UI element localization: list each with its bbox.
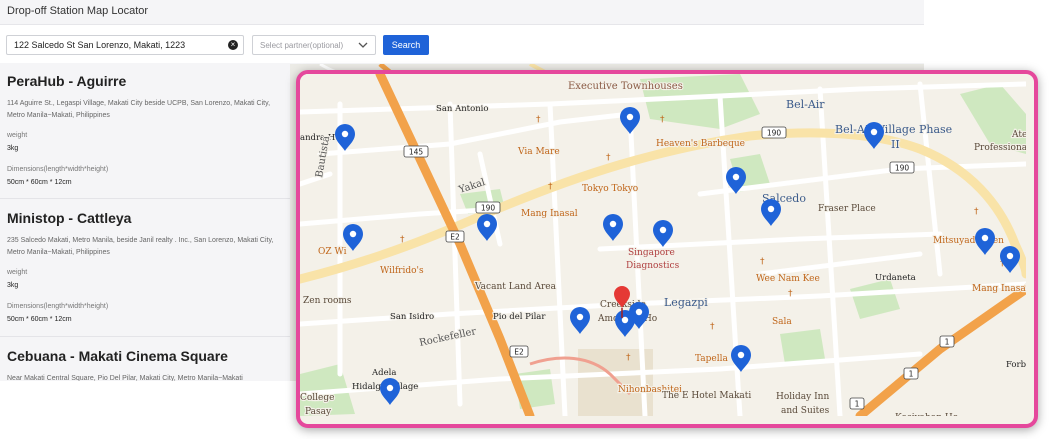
result-address: 114 Aguirre St., Legaspi Village, Makati…: [7, 100, 271, 119]
road-shield: 1: [939, 335, 955, 348]
weight-value: 3kg: [7, 145, 19, 152]
map-label: Pio del Pilar: [493, 312, 546, 322]
weight-label: weight: [7, 132, 28, 139]
result-item[interactable]: Ministop - Cattleya 235 Salcedo Makati, …: [0, 198, 290, 337]
map-label: Fraser Place: [818, 204, 876, 214]
map-label: Forb: [1006, 360, 1026, 370]
dimensions-value: 50cm * 60cm * 12cm: [7, 179, 72, 186]
map-label: San Isidro: [390, 312, 434, 322]
chevron-down-icon: [358, 42, 368, 48]
title-bar: Drop-off Station Map Locator: [0, 0, 924, 25]
map-label: Tokyo Tokyo: [582, 184, 638, 194]
result-address: Near Makati Central Square, Pio Del Pila…: [7, 375, 243, 381]
map-label: Wilfrido's: [380, 266, 424, 276]
result-name: PeraHub - Aguirre: [7, 73, 127, 89]
road-shield: 190: [475, 201, 501, 214]
result-item[interactable]: Cebuana - Makati Cinema Square Near Maka…: [0, 336, 290, 381]
partner-select[interactable]: Select partner(optional): [252, 35, 376, 55]
restaurant-icon: †: [606, 153, 611, 163]
search-row: × Select partner(optional) Search: [0, 25, 924, 63]
map-label: II: [891, 138, 900, 151]
road-shield: E2: [509, 345, 529, 358]
partner-select-placeholder: Select partner(optional): [260, 41, 344, 50]
restaurant-icon: †: [400, 235, 405, 245]
road-shield: 190: [761, 126, 787, 139]
weight-label: weight: [7, 269, 28, 276]
close-circle-icon[interactable]: ×: [228, 40, 238, 50]
road-shield: 145: [403, 145, 429, 158]
map-label: Bel-Air: [786, 98, 825, 111]
result-name: Ministop - Cattleya: [7, 210, 132, 226]
road-shield: 1: [903, 367, 919, 380]
restaurant-icon: †: [548, 182, 553, 192]
map-label: The E Hotel Makati: [662, 391, 751, 401]
map-canvas[interactable]: Executive Townhouses Bel-Air Bel-Air Villa…: [300, 74, 1026, 416]
svg-text:190: 190: [895, 164, 910, 173]
map-label: Ateneo: [1011, 130, 1026, 140]
map-label: Singapore: [628, 248, 675, 258]
map-label: Vacant Land Area: [474, 282, 557, 292]
restaurant-icon: †: [974, 207, 979, 217]
result-address: 235 Salcedo Makati, Metro Manila, beside…: [7, 237, 274, 256]
restaurant-icon: †: [760, 257, 765, 267]
svg-text:190: 190: [767, 129, 782, 138]
results-list: PeraHub - Aguirre 114 Aguirre St., Legas…: [0, 64, 290, 381]
map-label: Legazpi: [664, 296, 708, 309]
map-label: Holiday Inn: [776, 392, 829, 402]
map-label: Via Mare: [517, 147, 560, 157]
svg-text:E2: E2: [450, 233, 460, 242]
dimensions-label: Dimensions(length*width*height): [7, 303, 109, 310]
map-label: Pasay: [305, 407, 332, 416]
svg-text:E2: E2: [514, 348, 524, 357]
svg-text:145: 145: [409, 148, 424, 157]
map-label: Mang Inasal: [521, 209, 578, 219]
restaurant-icon: †: [536, 115, 541, 125]
map-panel[interactable]: Executive Townhouses Bel-Air Bel-Air Villa…: [296, 70, 1038, 428]
svg-text:1: 1: [945, 338, 950, 347]
map-label: Heaven's Barbeque: [656, 139, 745, 149]
road-shield: 190: [889, 161, 915, 174]
restaurant-icon: †: [660, 115, 665, 125]
map-label: Tapella: [695, 354, 729, 364]
map-label: Sala: [772, 317, 792, 327]
map-label: Urdaneta: [875, 273, 916, 283]
map-label: and Suites: [781, 406, 830, 416]
map-label: OZ Wi: [318, 247, 347, 257]
map-label: Adela: [371, 368, 396, 378]
restaurant-icon: †: [788, 289, 793, 299]
svg-text:1: 1: [909, 370, 914, 379]
map-label: San Antonio: [436, 104, 489, 114]
dimensions-label: Dimensions(length*width*height): [7, 166, 109, 173]
road-shield: 1: [849, 397, 865, 410]
dimensions-value: 50cm * 60cm * 12cm: [7, 316, 72, 323]
address-search-input[interactable]: [6, 35, 244, 55]
map-label: Kasiyahan Ho: [895, 413, 958, 416]
map-label: Diagnostics: [626, 261, 680, 271]
restaurant-icon: †: [626, 353, 631, 363]
map-label: Executive Townhouses: [568, 81, 683, 92]
search-button[interactable]: Search: [383, 35, 429, 55]
weight-value: 3kg: [7, 282, 19, 289]
map-label: College: [300, 393, 334, 403]
restaurant-icon: †: [710, 322, 715, 332]
app-title: Drop-off Station Map Locator: [7, 5, 149, 17]
result-item[interactable]: PeraHub - Aguirre 114 Aguirre St., Legas…: [0, 64, 290, 199]
svg-text:190: 190: [481, 204, 496, 213]
road-shield: E2: [445, 230, 465, 243]
map-label: Zen rooms: [303, 296, 352, 306]
result-name: Cebuana - Makati Cinema Square: [7, 348, 228, 364]
map-label: Mang Inasal: [972, 284, 1026, 294]
map-label: Professional S: [974, 143, 1026, 153]
svg-text:1: 1: [855, 400, 860, 409]
map-label: Bel-Air Village Phase: [835, 123, 952, 136]
map-label: Wee Nam Kee: [756, 274, 820, 284]
